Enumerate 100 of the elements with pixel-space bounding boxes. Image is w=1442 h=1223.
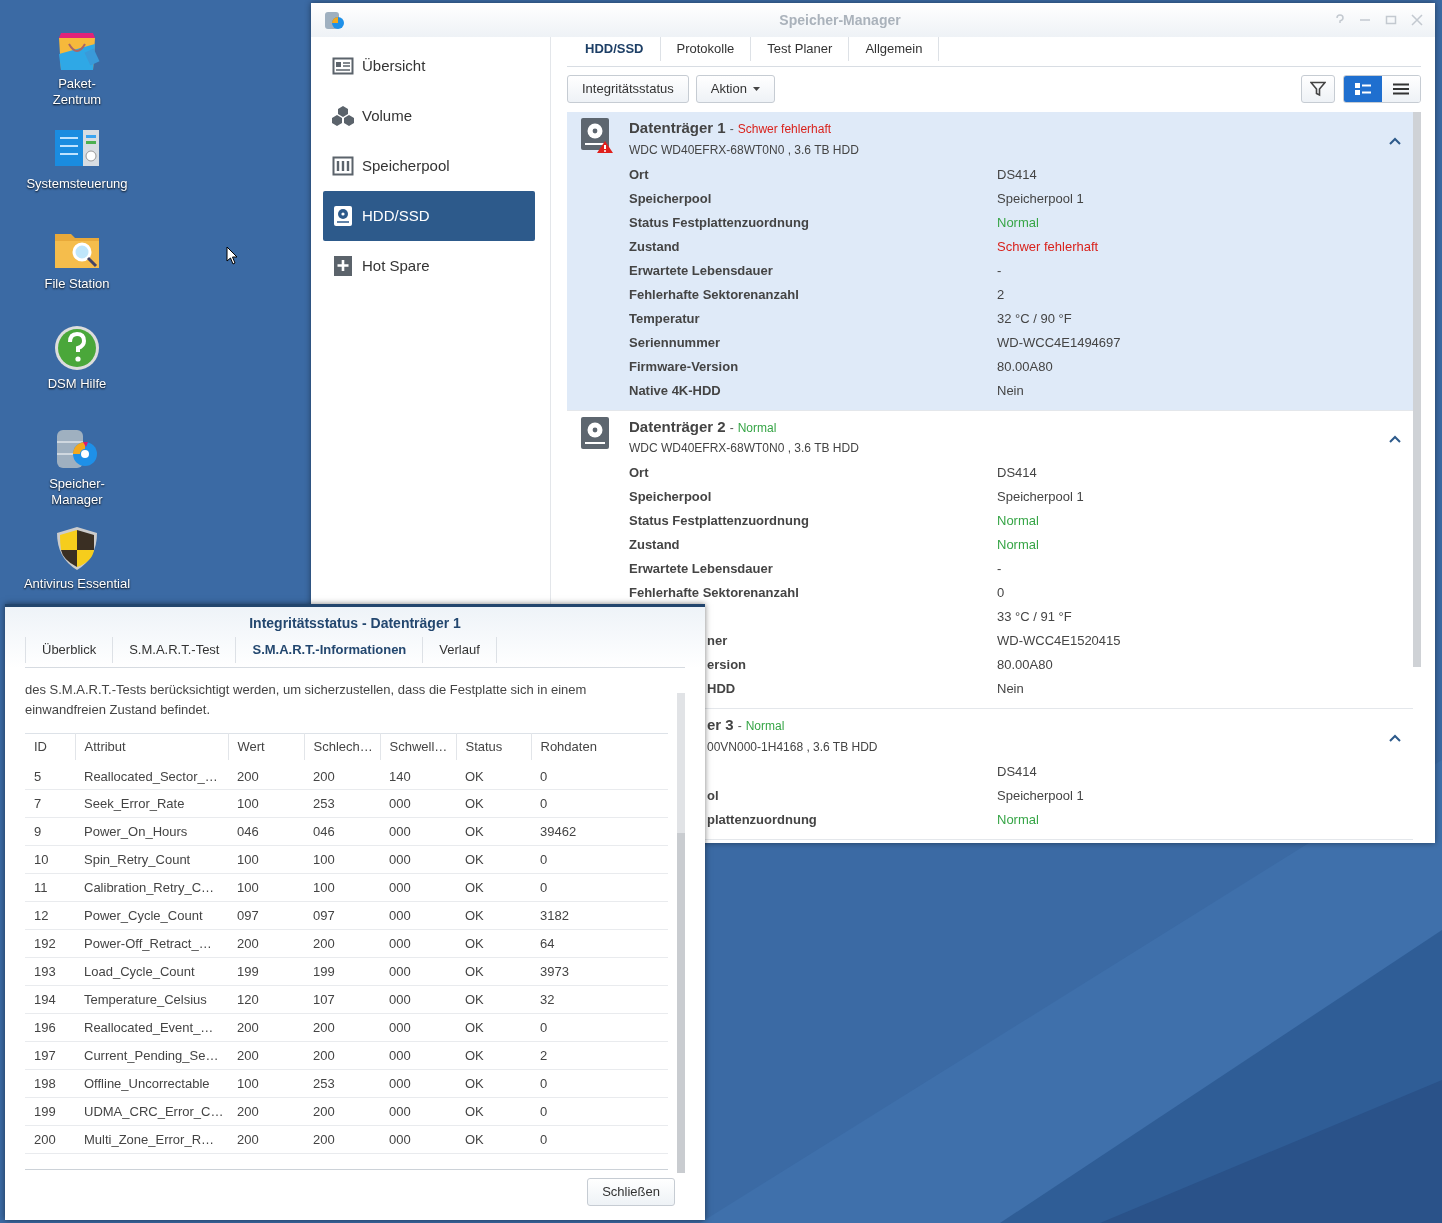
app-label[interactable]: Speicher- Manager	[49, 476, 105, 508]
column-header[interactable]: Attribut	[75, 733, 228, 762]
detail-value: Speicherpool 1	[997, 190, 1084, 206]
detail-value: -	[997, 561, 1002, 576]
detail-value: WD-WCC4E1520415	[997, 633, 1121, 648]
app-label[interactable]: Antivirus Essential	[23, 576, 131, 592]
table-cell: 200	[304, 1125, 380, 1154]
table-cell: 100	[228, 873, 304, 902]
disk-panel[interactable]	[567, 112, 1413, 411]
toolbar-button[interactable]: Integritätsstatus	[567, 75, 689, 103]
help-icon[interactable]	[53, 324, 101, 372]
app-label[interactable]: Paket- Zentrum	[52, 76, 102, 108]
detail-value: 2	[997, 286, 1005, 302]
tab[interactable]: Test Planer	[751, 37, 850, 61]
table-cell: 100	[228, 1069, 304, 1098]
table-cell: 0	[531, 1097, 668, 1126]
tab[interactable]: S.M.A.R.T.-Informationen	[235, 637, 423, 663]
list-view-button[interactable]	[1382, 76, 1420, 102]
table-cell: 046	[228, 817, 304, 846]
detail-label: Ort	[629, 166, 649, 182]
column-header[interactable]: Status	[456, 733, 531, 762]
detail-value: 32 °C / 90 °F	[997, 310, 1072, 326]
sidebar-item[interactable]: Volume	[323, 91, 535, 141]
table-cell: 3973	[531, 957, 668, 986]
detail-value: DS414	[997, 763, 1037, 779]
table-cell: 32	[531, 985, 668, 1014]
detail-label: Erwartete Lebensdauer	[629, 262, 773, 278]
dialog-title: Integritätsstatus - Datenträger 1	[248, 614, 462, 633]
detail-value: Speicherpool 1	[997, 489, 1084, 504]
table-cell: 200	[228, 1041, 304, 1070]
chevron-up-icon[interactable]	[1389, 136, 1401, 145]
table-cell: 200	[304, 1041, 380, 1070]
table-cell: 200	[25, 1125, 75, 1154]
dropdown-button[interactable]: Aktion	[695, 75, 775, 103]
column-header[interactable]: Schwell…	[380, 733, 456, 762]
table-cell: 000	[380, 789, 456, 818]
table-cell: OK	[456, 845, 531, 874]
sidebar-item[interactable]: Hot Spare	[323, 241, 535, 291]
sidebar-item[interactable]: Übersicht	[323, 41, 535, 91]
table-cell: 199	[25, 1097, 75, 1126]
column-header[interactable]: Wert	[228, 733, 304, 762]
tab[interactable]: Allgemein	[849, 37, 940, 61]
table-cell: 000	[380, 929, 456, 958]
app-icon	[323, 9, 345, 31]
table-cell: OK	[456, 789, 531, 818]
app-label[interactable]: DSM Hilfe	[47, 376, 107, 392]
detail-value: Nein	[997, 382, 1024, 398]
table-cell: 11	[25, 873, 75, 902]
tab[interactable]: HDD/SSD	[569, 37, 661, 61]
table-cell: 197	[25, 1041, 75, 1070]
table-cell: 000	[380, 817, 456, 846]
table-cell: 194	[25, 985, 75, 1014]
tab[interactable]: Protokolle	[660, 37, 752, 61]
detail-view-button[interactable]	[1344, 76, 1382, 102]
table-cell: OK	[456, 957, 531, 986]
table-cell: 0	[531, 873, 668, 902]
close-button[interactable]: Schließen	[587, 1178, 675, 1206]
separator: -	[729, 122, 734, 136]
app-label[interactable]: Systemsteuerung	[26, 176, 128, 192]
tab[interactable]: Überblick	[25, 637, 113, 663]
detail-label: Speicherpool	[629, 190, 712, 206]
table-cell: 200	[304, 1097, 380, 1126]
detail-label: Zustand	[629, 238, 680, 254]
table-cell: 0	[531, 1069, 668, 1098]
table-cell: 107	[304, 985, 380, 1014]
table-cell: Reallocated_Sector_…	[75, 761, 228, 790]
overview-icon	[332, 55, 354, 77]
table-cell: Current_Pending_Se…	[75, 1041, 228, 1070]
cubes-icon	[332, 105, 354, 127]
table-cell: 100	[304, 845, 380, 874]
detail-value: -	[997, 262, 1002, 278]
table-cell: 0	[531, 761, 668, 790]
table-cell: 000	[380, 1041, 456, 1070]
detail-label: ersion	[707, 657, 746, 672]
detail-label: Fehlerhafte Sektorenanzahl	[629, 286, 799, 302]
chevron-up-icon[interactable]	[1389, 435, 1401, 444]
column-header[interactable]: ID	[25, 733, 75, 762]
detail-label: ol	[707, 787, 719, 803]
detail-value: Speicherpool 1	[997, 787, 1084, 803]
table-cell: 200	[304, 761, 380, 790]
filter-button[interactable]	[1301, 75, 1335, 103]
tab[interactable]: S.M.A.R.T.-Test	[112, 637, 236, 663]
table-cell: 7	[25, 789, 75, 818]
sidebar-item[interactable]: Speicherpool	[323, 141, 535, 191]
detail-label: Firmware-Version	[629, 358, 739, 374]
table-cell: 200	[228, 929, 304, 958]
app-label[interactable]: File Station	[44, 276, 110, 292]
sidebar-item[interactable]: HDD/SSD	[323, 191, 535, 241]
table-cell: 000	[380, 901, 456, 930]
table-cell: 200	[228, 761, 304, 790]
chevron-up-icon[interactable]	[1389, 733, 1401, 742]
table-cell: Spin_Retry_Count	[75, 845, 228, 874]
table-cell: UDMA_CRC_Error_C…	[75, 1097, 228, 1126]
table-cell: Power-Off_Retract_…	[75, 929, 228, 958]
tab[interactable]: Verlauf	[422, 637, 497, 663]
table-cell: 12	[25, 901, 75, 930]
table-cell: OK	[456, 1069, 531, 1098]
column-header[interactable]: Schlech…	[304, 733, 380, 762]
scrollbar-thumb[interactable]	[677, 833, 685, 1173]
table-cell: 120	[228, 985, 304, 1014]
